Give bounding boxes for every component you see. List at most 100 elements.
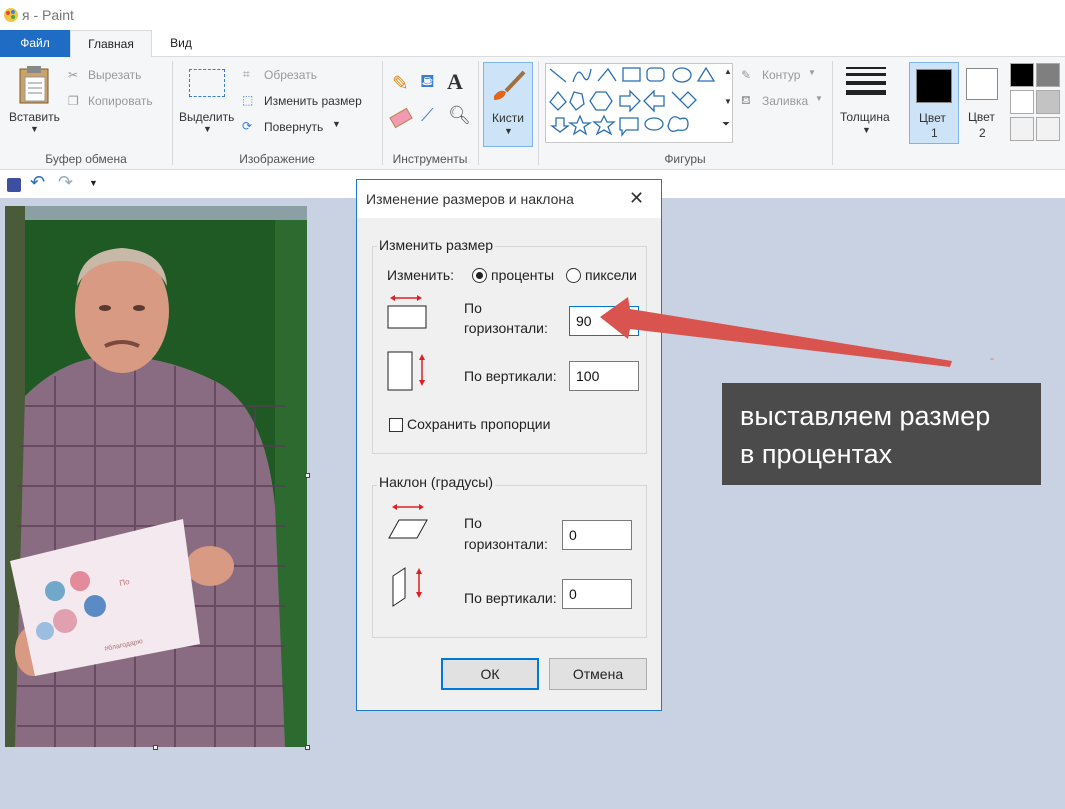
size-line-4 — [846, 90, 886, 95]
brush-icon — [494, 70, 526, 100]
brushes-label: Кисти — [492, 111, 524, 125]
select-icon[interactable] — [189, 69, 225, 97]
outline-button[interactable]: Контур — [762, 68, 800, 82]
palette-empty-1[interactable] — [1010, 117, 1034, 141]
skew-vertical-input[interactable] — [562, 579, 632, 609]
tab-file[interactable]: Файл — [0, 30, 70, 57]
shapes-group-label: Фигуры — [664, 152, 706, 166]
eraser-icon[interactable] — [389, 107, 413, 129]
rotate-dropdown-icon[interactable]: ▼ — [332, 119, 341, 129]
tab-home[interactable]: Главная — [70, 30, 152, 58]
cut-button[interactable]: Вырезать — [88, 68, 141, 82]
tab-view[interactable]: Вид — [152, 30, 210, 57]
pencil-icon[interactable]: ✎ — [392, 71, 409, 96]
resize-group-label: Изменить размер — [377, 237, 496, 253]
skew-horizontal-label-1: По — [464, 515, 482, 531]
pixels-radio[interactable] — [566, 268, 581, 283]
resize-handle-right[interactable] — [305, 473, 310, 478]
resize-icon: ⬚ — [242, 93, 254, 107]
text-tool-icon[interactable]: A — [447, 69, 463, 95]
horizontal-label-1: По — [464, 300, 482, 316]
horizontal-label-2: горизонтали: — [464, 320, 548, 336]
svg-text:ˆ: ˆ — [990, 356, 994, 370]
color1-button[interactable]: Цвет 1 — [909, 62, 959, 144]
cut-icon: ✂ — [68, 68, 79, 82]
color1-swatch — [916, 69, 952, 103]
separator — [382, 61, 383, 165]
palette-gray[interactable] — [1036, 63, 1060, 87]
color2-num: 2 — [979, 126, 986, 140]
separator — [538, 61, 539, 165]
separator — [832, 61, 833, 165]
photo-man-holding-poster: По #благодарю — [5, 206, 307, 747]
redo-icon[interactable]: ↷ — [58, 172, 73, 193]
skew-horizontal-input[interactable] — [562, 520, 632, 550]
palette-empty-2[interactable] — [1036, 117, 1060, 141]
palette-white[interactable] — [1010, 90, 1034, 114]
horizontal-resize-icon — [387, 295, 427, 329]
resize-skew-dialog: Изменение размеров и наклона ✕ Изменить … — [356, 179, 662, 711]
select-button[interactable]: Выделить — [179, 110, 234, 124]
paste-icon[interactable] — [18, 65, 52, 105]
cancel-button[interactable]: Отмена — [549, 658, 647, 690]
annotation-arrow: ˆ — [600, 297, 994, 370]
fill-dropdown-icon[interactable]: ▼ — [815, 94, 823, 103]
percent-label[interactable]: проценты — [491, 265, 554, 286]
ok-button[interactable]: ОК — [441, 658, 539, 690]
pixels-label[interactable]: пиксели — [585, 265, 637, 286]
copy-button[interactable]: Копировать — [88, 94, 153, 108]
fill-icon: ⛾ — [741, 93, 751, 107]
percent-radio[interactable] — [472, 268, 487, 283]
clipboard-group-label: Буфер обмена — [45, 152, 127, 166]
size-dropdown-icon[interactable]: ▼ — [862, 125, 871, 135]
paste-dropdown-icon[interactable]: ▼ — [30, 124, 39, 134]
rotate-button[interactable]: Повернуть — [264, 120, 323, 134]
shapes-gallery[interactable] — [545, 63, 733, 143]
fill-bucket-icon[interactable]: ⛾ — [420, 71, 435, 95]
size-line-3 — [846, 81, 886, 85]
palette-light-gray[interactable] — [1036, 90, 1060, 114]
qat-customize-icon[interactable]: ▼ — [89, 178, 98, 188]
ribbon: Вставить ▼ ✂ Вырезать ❐ Копировать Буфер… — [0, 57, 1065, 170]
palette-black[interactable] — [1010, 63, 1034, 87]
image-group-label: Изображение — [239, 152, 315, 166]
magnifier-icon[interactable]: 🔍︎ — [448, 105, 471, 126]
brushes-dropdown-icon: ▼ — [504, 126, 513, 136]
resize-handle-corner[interactable] — [305, 745, 310, 750]
vertical-skew-icon — [392, 567, 422, 607]
color2-label[interactable]: Цвет — [968, 110, 995, 124]
fill-button[interactable]: Заливка — [762, 94, 808, 108]
shapes-expand-icon[interactable]: ⏷ — [722, 119, 730, 130]
shapes-scroll-up-icon[interactable]: ▲ — [724, 67, 732, 76]
save-icon[interactable] — [7, 178, 21, 192]
outline-dropdown-icon[interactable]: ▼ — [808, 68, 816, 77]
annotation-callout: выставляем размер в процентах — [722, 383, 1041, 485]
size-button[interactable]: Толщина — [840, 110, 890, 124]
undo-icon[interactable]: ↶ — [30, 172, 45, 193]
resize-button[interactable]: Изменить размер — [264, 94, 362, 108]
keep-ratio-label[interactable]: Сохранить пропорции — [407, 414, 550, 435]
paint-app-icon — [4, 8, 18, 22]
crop-button[interactable]: Обрезать — [264, 68, 317, 82]
close-icon[interactable]: ✕ — [629, 188, 644, 209]
paste-button[interactable]: Вставить — [9, 110, 60, 124]
select-dropdown-icon[interactable]: ▼ — [203, 124, 212, 134]
skew-vertical-label: По вертикали: — [464, 590, 557, 606]
copy-icon: ❐ — [68, 94, 79, 108]
canvas-image[interactable]: По #благодарю — [5, 206, 307, 747]
color-picker-icon[interactable]: ⟋ — [421, 105, 434, 126]
vertical-resize-icon — [387, 351, 425, 391]
tools-group-label: Инструменты — [392, 152, 468, 166]
horizontal-skew-icon — [388, 504, 428, 539]
keep-ratio-checkbox[interactable] — [389, 418, 403, 432]
window-title: я - Paint — [22, 7, 74, 23]
outline-icon: ✎ — [741, 68, 752, 82]
resize-handle-bottom[interactable] — [153, 745, 158, 750]
brushes-button[interactable]: Кисти ▼ — [483, 62, 533, 147]
color2-swatch[interactable] — [966, 68, 998, 100]
shapes-icons — [549, 66, 716, 137]
title-bar: я - Paint — [0, 0, 1065, 30]
shapes-scroll-down-icon[interactable]: ▼ — [724, 97, 732, 106]
dialog-title-bar: Изменение размеров и наклона ✕ — [357, 180, 661, 218]
rotate-icon: ⟳ — [242, 119, 253, 133]
